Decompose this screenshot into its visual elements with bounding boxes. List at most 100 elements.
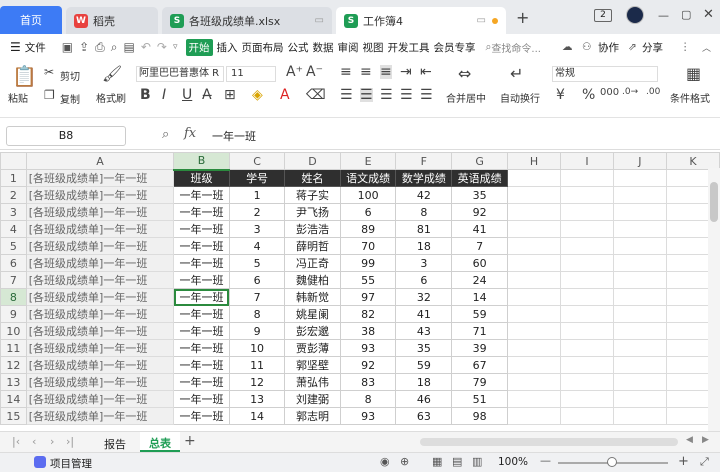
cell-a[interactable]: [各班级成绩单]一年一班 xyxy=(25,407,175,425)
cell[interactable]: 92 xyxy=(339,356,397,374)
cell[interactable]: 一年一班 xyxy=(173,220,230,238)
cell[interactable]: 6 xyxy=(339,203,397,221)
row-header[interactable]: 4 xyxy=(0,220,27,238)
header-cell[interactable]: 班级 xyxy=(173,169,230,187)
cell[interactable]: 尹飞扬 xyxy=(284,203,341,221)
cell-a[interactable]: [各班级成绩单]一年一班 xyxy=(25,356,175,374)
row-header[interactable]: 8 xyxy=(0,288,27,306)
empty-cell[interactable] xyxy=(506,237,562,255)
fill-color-icon[interactable]: ◈ xyxy=(252,88,263,102)
menu-member[interactable]: 会员专享 xyxy=(434,40,476,55)
decrease-decimal-icon[interactable]: .00 xyxy=(646,88,660,97)
tab-home[interactable]: 首页 xyxy=(0,6,62,34)
cell[interactable]: 63 xyxy=(395,407,453,425)
collapse-ribbon-icon[interactable]: ︿ xyxy=(702,41,711,54)
font-grow-icon[interactable]: A⁺ xyxy=(286,65,303,79)
cloud-icon[interactable]: ☁ xyxy=(562,41,573,53)
empty-cell[interactable] xyxy=(506,169,562,187)
empty-cell[interactable] xyxy=(560,373,614,391)
cell[interactable]: 一年一班 xyxy=(173,322,230,340)
cell[interactable]: 6 xyxy=(228,271,286,289)
cell[interactable]: 14 xyxy=(451,288,508,306)
cell[interactable]: 92 xyxy=(451,203,508,221)
font-size-select[interactable]: 11 xyxy=(226,66,276,82)
cell[interactable]: 18 xyxy=(395,373,453,391)
cell[interactable]: 7 xyxy=(228,288,286,306)
border-icon[interactable]: ⊞ xyxy=(224,88,236,102)
cell[interactable]: 13 xyxy=(228,390,286,408)
row-header[interactable]: 13 xyxy=(0,373,27,391)
cell[interactable]: 41 xyxy=(451,220,508,238)
row-header[interactable]: 12 xyxy=(0,356,27,374)
cell-a[interactable]: [各班级成绩单]一年一班 xyxy=(25,271,175,289)
column-header-j[interactable]: J xyxy=(612,152,667,170)
more-icon[interactable]: ⋮ xyxy=(680,41,691,53)
empty-cell[interactable] xyxy=(506,322,562,340)
empty-cell[interactable] xyxy=(506,288,562,306)
font-color-icon[interactable]: A xyxy=(280,88,290,102)
redo-icon[interactable]: ↷ xyxy=(157,40,167,54)
row-header[interactable]: 11 xyxy=(0,339,27,357)
cell[interactable]: 一年一班 xyxy=(173,339,230,357)
cell[interactable]: 一年一班 xyxy=(173,356,230,374)
fx-icon[interactable]: fx xyxy=(184,126,196,141)
empty-cell[interactable] xyxy=(612,186,667,204)
justify-icon[interactable]: ☰ xyxy=(400,88,413,102)
empty-cell[interactable] xyxy=(506,203,562,221)
empty-cell[interactable] xyxy=(506,356,562,374)
maximize-icon[interactable]: ▢ xyxy=(681,8,691,21)
cell[interactable]: 67 xyxy=(451,356,508,374)
distribute-icon[interactable]: ☰ xyxy=(420,88,433,102)
cell[interactable]: 萧弘伟 xyxy=(284,373,341,391)
cell[interactable]: 8 xyxy=(228,305,286,323)
cell[interactable]: 彭宏邈 xyxy=(284,322,341,340)
empty-cell[interactable] xyxy=(560,203,614,221)
empty-cell[interactable] xyxy=(612,407,667,425)
row-header[interactable]: 1 xyxy=(0,169,27,187)
cell-a[interactable]: [各班级成绩单]一年一班 xyxy=(25,390,175,408)
empty-cell[interactable] xyxy=(560,339,614,357)
cell[interactable]: 一年一班 xyxy=(173,237,230,255)
command-search-input[interactable]: 查找命令... xyxy=(491,40,541,55)
input-method-icon[interactable]: ⊕ xyxy=(400,455,409,468)
empty-cell[interactable] xyxy=(506,254,562,272)
cell[interactable]: 46 xyxy=(395,390,453,408)
select-all-corner[interactable] xyxy=(0,152,27,170)
sheet-tab-report[interactable]: 报告 xyxy=(104,436,126,452)
empty-cell[interactable] xyxy=(560,390,614,408)
name-box[interactable]: B8 xyxy=(6,126,126,146)
empty-cell[interactable] xyxy=(560,220,614,238)
align-center-icon[interactable]: ☰ xyxy=(360,88,373,102)
cell[interactable]: 42 xyxy=(395,186,453,204)
cell[interactable]: 89 xyxy=(339,220,397,238)
increase-decimal-icon[interactable]: .0→ xyxy=(622,88,638,97)
page-break-view-icon[interactable]: ▥ xyxy=(472,455,482,468)
cell[interactable]: 98 xyxy=(451,407,508,425)
cell[interactable]: 5 xyxy=(228,254,286,272)
empty-cell[interactable] xyxy=(506,271,562,289)
cell[interactable]: 一年一班 xyxy=(173,186,230,204)
header-cell[interactable]: 英语成绩 xyxy=(451,169,508,187)
wrap-text-button[interactable]: 自动换行 xyxy=(500,90,540,105)
tab-workbook4[interactable]: S 工作簿4 ▭ xyxy=(336,7,506,34)
cell[interactable]: 24 xyxy=(451,271,508,289)
avatar[interactable] xyxy=(626,6,644,24)
merge-center-button[interactable]: 合并居中 xyxy=(446,90,486,105)
save-icon[interactable]: ▣ xyxy=(62,40,73,54)
project-management-button[interactable]: 项目管理 xyxy=(50,456,92,471)
collab-button[interactable]: 协作 xyxy=(598,40,619,55)
cut-button[interactable]: 剪切 xyxy=(60,68,80,83)
cell[interactable]: 1 xyxy=(228,186,286,204)
column-header-d[interactable]: D xyxy=(284,152,341,170)
cell[interactable]: 8 xyxy=(395,203,453,221)
underline-icon[interactable]: U xyxy=(182,88,192,102)
cell[interactable]: 35 xyxy=(395,339,453,357)
outdent-icon[interactable]: ⇤ xyxy=(420,65,432,79)
empty-cell[interactable] xyxy=(506,407,562,425)
cell[interactable]: 贾彭薄 xyxy=(284,339,341,357)
menu-start[interactable]: 开始 xyxy=(185,38,213,56)
cell[interactable]: 43 xyxy=(395,322,453,340)
cell[interactable]: 97 xyxy=(339,288,397,306)
cell[interactable]: 一年一班 xyxy=(173,305,230,323)
eye-protect-icon[interactable]: ◉ xyxy=(380,455,390,468)
